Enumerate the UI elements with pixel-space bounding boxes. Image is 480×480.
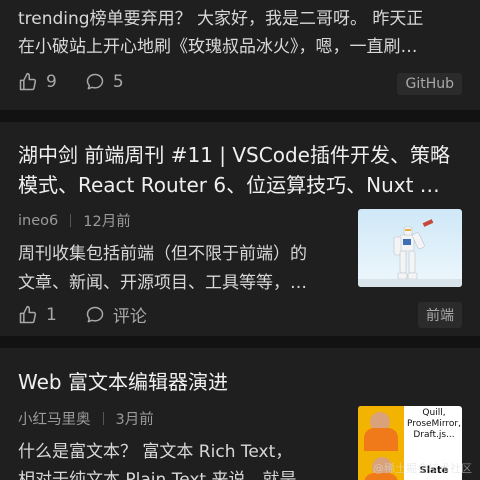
- article-title[interactable]: Web 富文本编辑器演进: [18, 368, 228, 397]
- like-count: 1: [46, 304, 57, 325]
- article-thumbnail[interactable]: [358, 209, 462, 287]
- category-tag[interactable]: 前端: [418, 302, 462, 328]
- meme-panel-top: Quill, ProseMirror, Draft.js...: [358, 406, 462, 451]
- like-button[interactable]: 1: [18, 305, 57, 325]
- article-excerpt-line: 文章、新闻、开源项目、工具等等，…: [18, 273, 307, 293]
- like-count: 9: [46, 72, 57, 92]
- meme-figure-image: [358, 406, 404, 451]
- article-card[interactable]: 湖中剑 前端周刊 #11 | VSCode插件开发、策略 模式、React Ro…: [0, 122, 480, 344]
- comment-button[interactable]: 评论: [85, 302, 147, 327]
- comment-label: 评论: [112, 307, 147, 327]
- card-separator: [0, 336, 480, 348]
- article-excerpt-line: 相对于纯文本 Plain Text 来说，就是: [18, 470, 297, 480]
- article-excerpt-line: 周刊收集包括前端（但不限于前端）的: [18, 244, 307, 264]
- article-excerpt-line: 在小破站上开心地刷《玫瑰叔品冰火》，嗯，一直刷…: [18, 37, 418, 57]
- comment-bubble-icon: [86, 306, 104, 322]
- thumbs-up-icon: [19, 305, 37, 323]
- article-title-line[interactable]: 湖中剑 前端周刊 #11 | VSCode插件开发、策略: [18, 141, 450, 170]
- gundam-statue-image: [358, 209, 462, 287]
- meme-text-top: Quill, ProseMirror, Draft.js...: [407, 408, 461, 440]
- comment-count: 5: [112, 72, 124, 92]
- article-title-line[interactable]: 模式、React Router 6、位运算技巧、Nuxt …: [18, 171, 440, 200]
- comment-button[interactable]: 5: [85, 72, 124, 92]
- meta-divider: [102, 412, 104, 425]
- meta-divider: [70, 214, 72, 227]
- like-button[interactable]: 9: [18, 72, 57, 92]
- article-card[interactable]: trending榜单要弃用？ 大家好，我是二哥呀。 昨天正 在小破站上开心地刷《…: [0, 0, 480, 110]
- article-excerpt-line: 什么是富文本？ 富文本 Rich Text，: [18, 442, 293, 462]
- category-tag[interactable]: GitHub: [397, 73, 462, 95]
- card-separator: [0, 110, 480, 122]
- author-name[interactable]: 小红马里奥: [18, 408, 91, 429]
- author-name[interactable]: ineo6: [18, 213, 58, 229]
- thumbs-up-icon: [19, 72, 37, 91]
- publish-time: 3月前: [115, 412, 154, 428]
- comment-bubble-icon: [86, 73, 104, 90]
- publish-time: 12月前: [83, 214, 131, 230]
- article-excerpt-line: trending榜单要弃用？ 大家好，我是二哥呀。 昨天正: [18, 9, 424, 29]
- site-watermark: @稀土掘金技术社区: [373, 462, 472, 475]
